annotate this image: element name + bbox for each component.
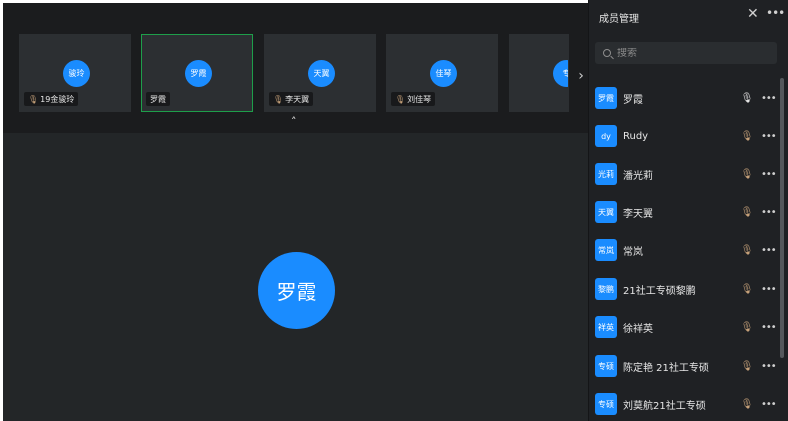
mic-on-icon[interactable]: 🎙︎	[739, 93, 755, 104]
avatar: 天翼	[308, 60, 335, 87]
mic-muted-icon[interactable]: 🎙︎	[739, 245, 755, 256]
more-options-icon[interactable]: •••	[761, 93, 777, 104]
mic-muted-icon[interactable]: 🎙︎	[739, 361, 755, 372]
participant-name-tag: 罗霞	[146, 92, 170, 106]
meeting-window: 骏玲 🎙︎ 19金骏玲 罗霞 罗霞 天翼 🎙︎ 李天翼 佳琴 🎙︎ 刘佳琴 › …	[3, 3, 590, 421]
member-name: 罗霞	[623, 94, 643, 106]
member-list-item[interactable]: 专硕 陈定艳 21社工专硕 🎙︎ •••	[595, 353, 777, 379]
mic-muted-icon[interactable]: 🎙︎	[739, 131, 755, 142]
participant-name: 李天翼	[285, 94, 310, 104]
participant-name: 19金骏玲	[40, 94, 75, 104]
avatar: dy	[595, 125, 617, 147]
member-search-box[interactable]	[595, 42, 777, 64]
more-options-icon[interactable]: •••	[761, 399, 777, 410]
member-list-item[interactable]: 光莉 潘光莉 🎙︎ •••	[595, 161, 777, 187]
mic-muted-icon[interactable]: 🎙︎	[739, 322, 755, 333]
avatar: 祥英	[595, 316, 617, 338]
member-list-item[interactable]: 常岚 常岚 🎙︎ •••	[595, 237, 777, 263]
avatar: 黎鹏	[595, 278, 617, 300]
avatar: 专硕	[595, 393, 617, 415]
more-options-icon[interactable]: •••	[761, 322, 777, 333]
mic-muted-icon: 🎙︎	[395, 94, 406, 104]
video-thumbnail-strip: 骏玲 🎙︎ 19金骏玲 罗霞 罗霞 天翼 🎙︎ 李天翼 佳琴 🎙︎ 刘佳琴 › …	[3, 3, 590, 133]
participant-name: 刘佳琴	[407, 94, 432, 104]
mic-muted-icon[interactable]: 🎙︎	[739, 169, 755, 180]
participant-thumbnail[interactable]: 佳琴 🎙︎ 刘佳琴	[386, 34, 498, 112]
member-management-panel: 成员管理 ✕ ••• 罗霞 罗霞 🎙︎ ••• dy Rudy 🎙︎ ••• 光…	[588, 0, 788, 421]
member-name: 刘莫航21社工专硕	[623, 400, 706, 412]
member-name: 陈定艳 21社工专硕	[623, 362, 709, 374]
more-options-icon[interactable]: •••	[761, 245, 777, 256]
member-name: 李天翼	[623, 208, 653, 220]
avatar: 专	[553, 60, 568, 87]
panel-title: 成员管理	[599, 14, 639, 25]
member-list-item[interactable]: 罗霞 罗霞 🎙︎ •••	[595, 85, 777, 111]
member-list-item[interactable]: 专硕 刘莫航21社工专硕 🎙︎ •••	[595, 391, 777, 417]
avatar: 常岚	[595, 239, 617, 261]
chevron-up-icon[interactable]: ˄	[291, 115, 297, 128]
member-name: 徐祥英	[623, 323, 653, 335]
member-list-item[interactable]: 黎鹏 21社工专硕黎鹏 🎙︎ •••	[595, 276, 777, 302]
more-options-icon[interactable]: •••	[766, 6, 785, 20]
avatar: 罗霞	[185, 60, 212, 87]
member-list-scrollbar[interactable]	[780, 78, 784, 358]
member-search-input[interactable]	[617, 47, 767, 59]
member-name: 21社工专硕黎鹏	[623, 285, 696, 297]
mic-muted-icon[interactable]: 🎙︎	[739, 284, 755, 295]
member-name: 常岚	[623, 246, 643, 258]
member-name: Rudy	[623, 130, 649, 142]
more-options-icon[interactable]: •••	[761, 131, 777, 142]
more-options-icon[interactable]: •••	[761, 169, 777, 180]
avatar: 天翼	[595, 201, 617, 223]
member-list-item[interactable]: 祥英 徐祥英 🎙︎ •••	[595, 314, 777, 340]
more-options-icon[interactable]: •••	[761, 207, 777, 218]
participant-thumbnail[interactable]: 专	[509, 34, 569, 112]
avatar: 佳琴	[430, 60, 457, 87]
avatar: 专硕	[595, 355, 617, 377]
member-list-item[interactable]: 天翼 李天翼 🎙︎ •••	[595, 199, 777, 225]
avatar: 罗霞	[595, 87, 617, 109]
more-options-icon[interactable]: •••	[761, 284, 777, 295]
close-icon[interactable]: ✕	[747, 6, 759, 22]
participant-thumbnail[interactable]: 骏玲 🎙︎ 19金骏玲	[19, 34, 131, 112]
member-list-item[interactable]: dy Rudy 🎙︎ •••	[595, 123, 777, 149]
participant-thumbnail[interactable]: 天翼 🎙︎ 李天翼	[264, 34, 376, 112]
mic-muted-icon: 🎙︎	[273, 94, 284, 104]
more-options-icon[interactable]: •••	[761, 361, 777, 372]
participant-thumbnail-active[interactable]: 罗霞 罗霞	[141, 34, 253, 112]
mic-muted-icon[interactable]: 🎙︎	[739, 207, 755, 218]
mic-muted-icon[interactable]: 🎙︎	[739, 399, 755, 410]
search-icon	[603, 49, 611, 57]
participant-name: 罗霞	[150, 94, 166, 104]
member-name: 潘光莉	[623, 170, 653, 182]
mic-muted-icon: 🎙︎	[28, 94, 39, 104]
participant-name-tag: 🎙︎ 李天翼	[269, 92, 314, 106]
main-speaker-avatar: 罗霞	[258, 252, 335, 329]
avatar: 光莉	[595, 163, 617, 185]
participant-name-tag: 🎙︎ 刘佳琴	[391, 92, 436, 106]
participant-name-tag: 🎙︎ 19金骏玲	[24, 92, 79, 106]
avatar: 骏玲	[63, 60, 90, 87]
